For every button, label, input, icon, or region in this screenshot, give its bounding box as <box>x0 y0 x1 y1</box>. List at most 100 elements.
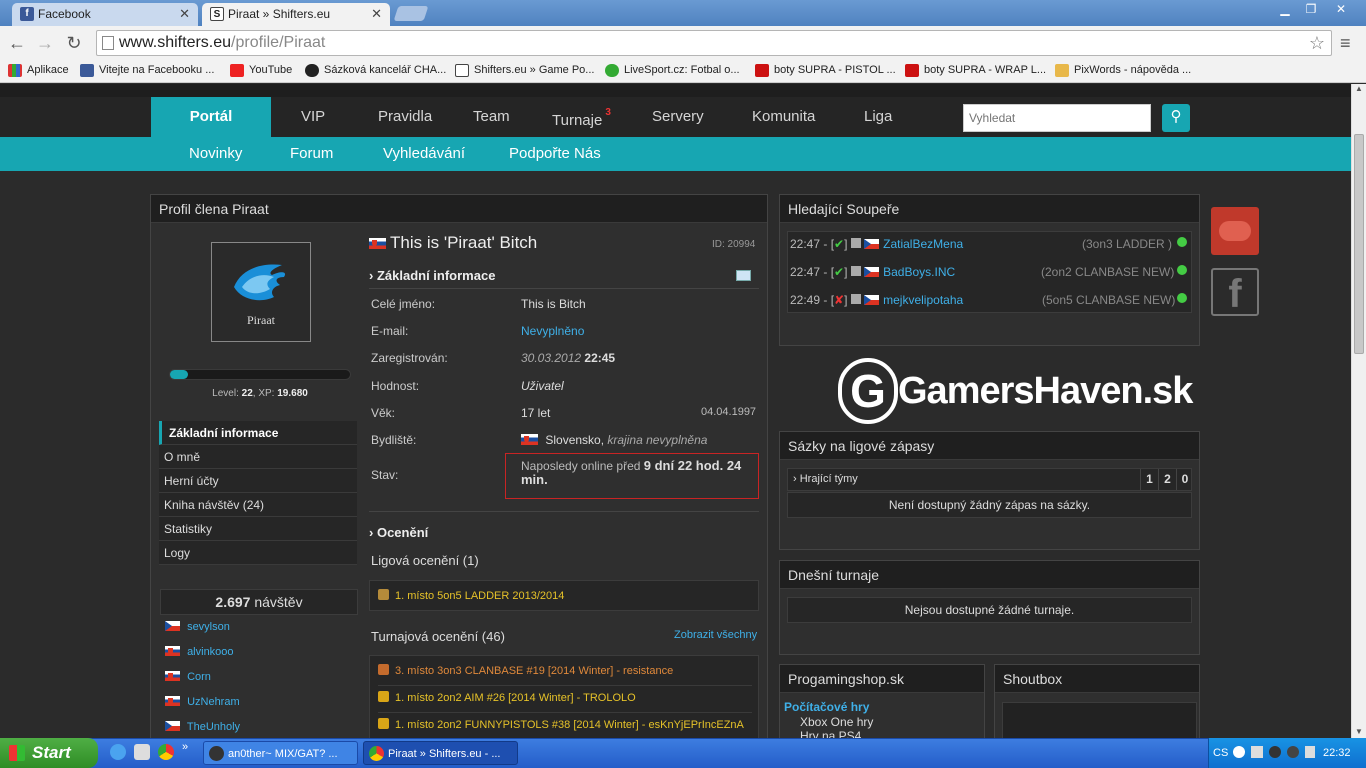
tray-arrow-icon[interactable] <box>1233 746 1245 758</box>
mail-icon[interactable] <box>736 270 751 281</box>
subnav-forum[interactable]: Forum <box>290 137 333 171</box>
registered-time: 22:45 <box>584 351 616 365</box>
xp-progress-fill <box>170 370 188 379</box>
minimize-icon[interactable]: ▁ <box>1272 0 1298 18</box>
nav-turnaje[interactable]: Turnaje 3 <box>552 97 611 137</box>
new-tab-button[interactable] <box>393 6 429 21</box>
menu-statistiky[interactable]: Statistiky <box>159 517 357 541</box>
nav-liga[interactable]: Liga <box>864 97 892 137</box>
shifters-icon <box>455 64 469 77</box>
shop-item[interactable]: Xbox One hry <box>800 715 873 729</box>
menu-logy[interactable]: Logy <box>159 541 357 565</box>
email-value[interactable]: Nevyplněno <box>521 324 584 338</box>
tournament-award-text: 1. místo 2on2 FUNNYPISTOLS #38 [2014 Win… <box>395 719 744 731</box>
page-scrollbar[interactable]: ▲ ▼ <box>1351 84 1366 738</box>
scroll-thumb[interactable] <box>1354 134 1364 354</box>
bookmark-pixwords[interactable]: PixWords - nápověda ... <box>1055 63 1191 78</box>
nav-portal[interactable]: Portál <box>151 97 271 137</box>
back-arrow-icon[interactable]: ← <box>6 33 28 53</box>
gamepad-button[interactable] <box>1211 207 1259 255</box>
nav-vip[interactable]: VIP <box>301 97 325 137</box>
steam-icon <box>209 746 224 761</box>
visitor-link[interactable]: Corn <box>165 671 211 683</box>
clock[interactable]: 22:32 <box>1323 738 1351 768</box>
nav-team[interactable]: Team <box>473 97 510 137</box>
volume-icon[interactable] <box>1305 746 1315 758</box>
bookmark-apps[interactable]: Aplikace <box>8 63 69 78</box>
menu-herni-ucty[interactable]: Herní účty <box>159 469 357 493</box>
top-strip <box>0 84 1351 97</box>
taskbar-item-label: Piraat » Shifters.eu - ... <box>388 748 501 760</box>
forward-arrow-icon[interactable]: → <box>34 33 56 53</box>
bookmark-supra-wrap[interactable]: boty SUPRA - WRAP L... <box>905 63 1046 78</box>
menu-kniha-navstev[interactable]: Kniha návštěv (24) <box>159 493 357 517</box>
menu-zakladni-informace[interactable]: Základní informace <box>159 421 357 445</box>
bookmark-livesport[interactable]: LiveSport.cz: Fotbal o... <box>605 63 740 78</box>
visits-label: návštěv <box>254 594 303 610</box>
profile-panel-title: Profil člena Piraat <box>151 195 767 223</box>
czech-flag-icon <box>165 721 180 731</box>
opponent-mode: (5on5 CLANBASE NEW) <box>1042 293 1176 307</box>
tab-facebook[interactable]: f Facebook ✕ <box>12 3 198 26</box>
bookmark-shifters[interactable]: Shifters.eu » Game Po... <box>455 63 594 78</box>
bookmark-supra-pistol[interactable]: boty SUPRA - PISTOL ... <box>755 63 896 78</box>
shoutbox-area[interactable] <box>1002 702 1197 738</box>
opponent-team-link[interactable]: mejkvelipotaha <box>883 293 963 307</box>
gamershaven-text: GamersHaven.sk <box>898 370 1193 412</box>
taskbar-item-chrome[interactable]: Piraat » Shifters.eu - ... <box>363 741 518 765</box>
language-indicator[interactable]: CS <box>1213 738 1228 768</box>
chrome-icon[interactable] <box>158 744 174 760</box>
restore-icon[interactable]: ❐ <box>1298 0 1324 18</box>
bookmark-star-icon[interactable]: ☆ <box>1309 31 1325 55</box>
opponent-team-link[interactable]: BadBoys.INC <box>883 265 955 279</box>
close-tab-icon[interactable]: ✕ <box>179 3 190 25</box>
shop-item[interactable]: Hry na PS4 <box>800 729 861 738</box>
czech-flag-icon <box>165 621 180 631</box>
search-input[interactable] <box>963 104 1151 132</box>
steam-tray-icon[interactable] <box>1287 746 1299 758</box>
chrome-menu-icon[interactable]: ≡ <box>1340 33 1351 54</box>
slovak-flag-icon <box>165 646 180 656</box>
close-tab-icon[interactable]: ✕ <box>371 3 382 25</box>
nav-servery[interactable]: Servery <box>652 97 704 137</box>
facebook-button[interactable]: f <box>1211 268 1259 316</box>
search-button[interactable]: ⚲ <box>1162 104 1190 132</box>
show-all-link[interactable]: Zobrazit všechny <box>674 629 757 641</box>
bookmark-facebook[interactable]: Vitejte na Facebooku ... <box>80 63 214 78</box>
birthdate-value: 04.04.1997 <box>701 406 757 418</box>
scroll-up-icon[interactable]: ▲ <box>1355 84 1363 93</box>
bookmark-chance[interactable]: Sázková kancelář CHA... <box>305 63 446 78</box>
visitor-name: Corn <box>187 671 211 683</box>
tab-title: Facebook <box>38 7 91 21</box>
close-window-icon[interactable]: ✕ <box>1326 0 1356 18</box>
visitor-link[interactable]: sevylson <box>165 621 230 633</box>
tab-shifters[interactable]: S Piraat » Shifters.eu ✕ <box>202 3 390 26</box>
show-more-icon[interactable]: » <box>182 741 188 753</box>
nav-pravidla[interactable]: Pravidla <box>378 97 432 137</box>
scroll-down-icon[interactable]: ▼ <box>1355 727 1363 736</box>
facebook-icon <box>80 64 94 77</box>
subnav-novinky[interactable]: Novinky <box>189 137 242 171</box>
start-button[interactable]: Start <box>0 738 98 768</box>
shifters-tray-icon[interactable] <box>1251 746 1263 758</box>
subnav-vyhledavani[interactable]: Vyhledávání <box>383 137 465 171</box>
visitor-link[interactable]: TheUnholy <box>165 721 240 733</box>
shop-category[interactable]: Počítačové hry <box>784 700 869 714</box>
network-icon[interactable] <box>1269 746 1281 758</box>
explorer-icon[interactable] <box>134 744 150 760</box>
rank-icon <box>850 294 861 304</box>
reload-icon[interactable]: ↻ <box>63 33 85 53</box>
bookmark-youtube[interactable]: YouTube <box>230 63 292 78</box>
opponent-team-link[interactable]: ZatialBezMena <box>883 237 963 251</box>
address-bar[interactable]: www.shifters.eu/profile/Piraat ☆ <box>96 30 1332 56</box>
subnav-podporte-nas[interactable]: Podpořte Nás <box>509 137 601 171</box>
menu-o-mne[interactable]: O mně <box>159 445 357 469</box>
visitor-link[interactable]: alvinkooo <box>165 646 234 658</box>
taskbar-item-steam[interactable]: an0ther~ MIX/GAT? ... <box>203 741 358 765</box>
avatar: Piraat <box>211 242 311 342</box>
visitor-link[interactable]: UzNehram <box>165 696 240 708</box>
gamershaven-banner[interactable]: G GamersHaven.sk <box>836 356 1193 426</box>
gamepad-icon <box>1219 221 1251 241</box>
ie-icon[interactable] <box>110 744 126 760</box>
nav-komunita[interactable]: Komunita <box>752 97 815 137</box>
